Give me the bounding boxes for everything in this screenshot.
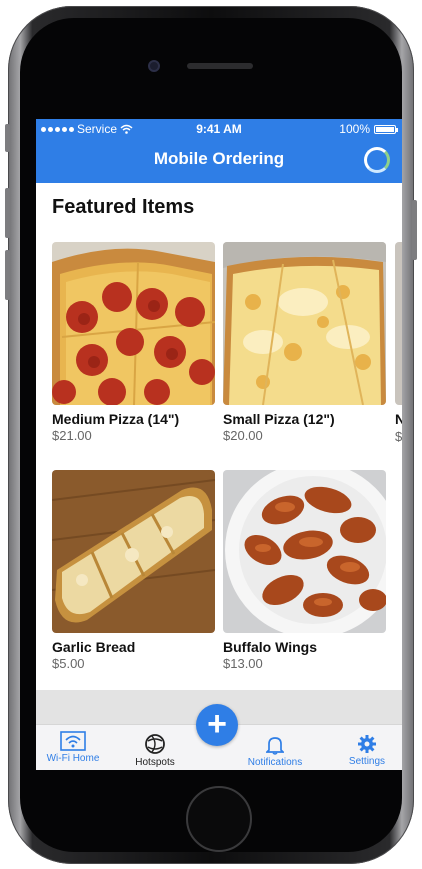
volume-down-button — [5, 250, 10, 300]
app-screen: Service 9:41 AM 100% Mobile Ordering Fea… — [36, 119, 402, 770]
page-title: Mobile Ordering — [153, 149, 285, 168]
power-button — [412, 200, 417, 260]
featured-item-card[interactable]: Garlic Bread $5.00 — [52, 470, 215, 671]
featured-item-card[interactable]: Buffalo Wings $13.00 — [223, 470, 386, 671]
tab-label: Settings — [348, 756, 386, 767]
item-name: Medium Pizza (14") — [52, 411, 180, 427]
item-name: Buffalo Wings — [223, 639, 317, 655]
item-price: $20.00 — [223, 428, 263, 443]
item-price: $21.00 — [52, 428, 92, 443]
next-item-image-peek[interactable] — [395, 242, 402, 405]
battery-percent: 100% — [339, 122, 370, 136]
tab-label: Wi-Fi Home — [46, 753, 100, 764]
add-order-button[interactable]: + — [196, 704, 238, 746]
tab-notifications[interactable]: Notifications — [238, 725, 312, 770]
app-header: Service 9:41 AM 100% Mobile Ordering — [36, 119, 402, 183]
item-price: $5.00 — [52, 656, 85, 671]
loading-spinner-icon — [364, 147, 390, 173]
buffalo-wings-image — [223, 470, 386, 633]
item-price: $13.00 — [223, 656, 263, 671]
mute-switch — [5, 124, 10, 152]
home-button[interactable] — [186, 786, 252, 852]
tab-hotspots[interactable]: Hotspots — [120, 725, 190, 770]
bell-icon — [266, 737, 284, 755]
front-camera — [148, 60, 160, 72]
globe-icon — [145, 734, 165, 754]
item-name: Garlic Bread — [52, 639, 136, 655]
item-name: Small Pizza (12") — [223, 411, 335, 427]
gear-icon — [358, 735, 376, 753]
tab-label: Notifications — [247, 757, 303, 768]
volume-up-button — [5, 188, 10, 238]
tab-settings[interactable]: Settings — [336, 725, 398, 770]
tab-label: Hotspots — [135, 757, 175, 768]
featured-item-card[interactable]: Medium Pizza (14") $21.00 — [52, 242, 215, 443]
featured-item-card[interactable]: Small Pizza (12") $20.00 — [223, 242, 386, 443]
featured-items-heading: Featured Items — [52, 196, 195, 218]
pepperoni-pizza-image — [52, 242, 215, 405]
wifi-home-icon — [60, 731, 86, 751]
tab-wifi-home[interactable]: Wi-Fi Home — [36, 725, 110, 770]
earpiece-speaker — [187, 63, 253, 69]
status-bar: Service 9:41 AM 100% — [36, 119, 402, 139]
garlic-bread-image — [52, 470, 215, 633]
battery-icon — [374, 124, 398, 134]
next-item-price-peek: $ — [395, 429, 402, 444]
cheese-pizza-image — [223, 242, 386, 405]
status-right: 100% — [339, 122, 398, 136]
next-item-name-peek: N — [395, 411, 402, 427]
